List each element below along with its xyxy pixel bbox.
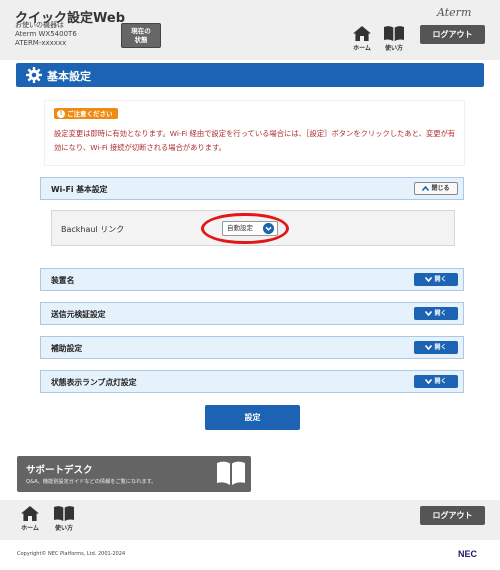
copyright-text: Copyright© NEC Platforms, Ltd. 2001-2024 — [17, 551, 126, 557]
highlight-annotation — [201, 213, 289, 244]
expand-device-name-button[interactable]: 開く — [414, 273, 458, 286]
help-label: 使い方 — [384, 45, 403, 52]
notice-box: ! ご注意ください 設定変更は即時に有効となります。Wi-Fi 経由で設定を行って… — [44, 100, 465, 166]
aterm-logo: Aterm — [437, 6, 472, 19]
section-assist-label: 補助設定 — [51, 344, 83, 353]
footer-help-button[interactable]: 使い方 — [51, 506, 77, 532]
section-status-lamp-label: 状態表示ランプ点灯設定 — [51, 378, 137, 387]
current-status-label-2: 状態 — [134, 36, 148, 44]
notice-badge: ! ご注意ください — [54, 108, 118, 119]
nec-logo: NEC — [458, 549, 478, 559]
info-icon: ! — [57, 110, 65, 118]
expand-status-lamp-label: 開く — [434, 378, 447, 385]
expand-source-verify-button[interactable]: 開く — [414, 307, 458, 320]
expand-status-lamp-button[interactable]: 開く — [414, 375, 458, 388]
section-source-verify-label: 送信元検証設定 — [51, 310, 106, 319]
section-device-name: 装置名 開く — [40, 268, 464, 291]
section-device-name-label: 装置名 — [51, 276, 75, 285]
device-heading: お使いの機器は — [15, 21, 64, 29]
section-source-verify: 送信元検証設定 開く — [40, 302, 464, 325]
chevron-down-icon — [425, 277, 433, 282]
book-icon — [54, 506, 74, 521]
expand-assist-button[interactable]: 開く — [414, 341, 458, 354]
support-desk-link[interactable]: サポートデスク Q&A、機能別設定ガイドなどの情報をご覧になれます。 — [17, 456, 251, 492]
section-assist: 補助設定 開く — [40, 336, 464, 359]
notice-text: 設定変更は即時に有効となります。Wi-Fi 経由で設定を行っている場合には、［設… — [54, 129, 456, 152]
device-id: ATERM-xxxxxx — [15, 39, 67, 47]
collapse-wifi-basic-label: 閉じる — [431, 185, 450, 192]
book-icon — [217, 461, 245, 485]
logout-button[interactable]: ログアウト — [420, 25, 485, 44]
section-wifi-basic: Wi-Fi 基本設定 閉じる — [40, 177, 464, 200]
help-button[interactable]: 使い方 — [381, 26, 407, 52]
book-icon — [384, 26, 404, 41]
expand-assist-label: 開く — [434, 344, 447, 351]
current-status-label-1: 現在の — [131, 27, 151, 35]
gear-icon — [26, 67, 42, 83]
chevron-down-icon — [425, 311, 433, 316]
chevron-up-icon — [422, 186, 430, 191]
support-desk-description: Q&A、機能別設定ガイドなどの情報をご覧になれます。 — [26, 479, 157, 485]
expand-device-name-label: 開く — [434, 276, 447, 283]
page-title-bar: 基本設定 — [16, 63, 484, 87]
home-label: ホーム — [353, 45, 371, 52]
home-icon — [353, 26, 371, 41]
section-wifi-basic-label: Wi-Fi 基本設定 — [51, 185, 108, 194]
home-button[interactable]: ホーム — [351, 26, 373, 52]
chevron-down-icon — [425, 379, 433, 384]
current-status-button[interactable]: 現在の 状態 — [121, 23, 161, 48]
apply-settings-button[interactable]: 設定 — [205, 405, 300, 430]
collapse-wifi-basic-button[interactable]: 閉じる — [414, 182, 458, 195]
backhaul-link-label: Backhaul リンク — [61, 225, 125, 234]
expand-source-verify-label: 開く — [434, 310, 447, 317]
support-desk-title: サポートデスク — [26, 465, 93, 476]
footer-home-label: ホーム — [21, 525, 39, 532]
page-title: 基本設定 — [47, 70, 91, 83]
device-model: Aterm WX5400T6 — [15, 30, 77, 38]
footer-help-label: 使い方 — [54, 525, 73, 532]
chevron-down-icon — [425, 345, 433, 350]
notice-badge-label: ご注意ください — [67, 110, 113, 118]
footer-logout-button[interactable]: ログアウト — [420, 506, 485, 525]
home-icon — [21, 506, 39, 521]
footer-home-button[interactable]: ホーム — [19, 506, 41, 532]
section-status-lamp: 状態表示ランプ点灯設定 開く — [40, 370, 464, 393]
